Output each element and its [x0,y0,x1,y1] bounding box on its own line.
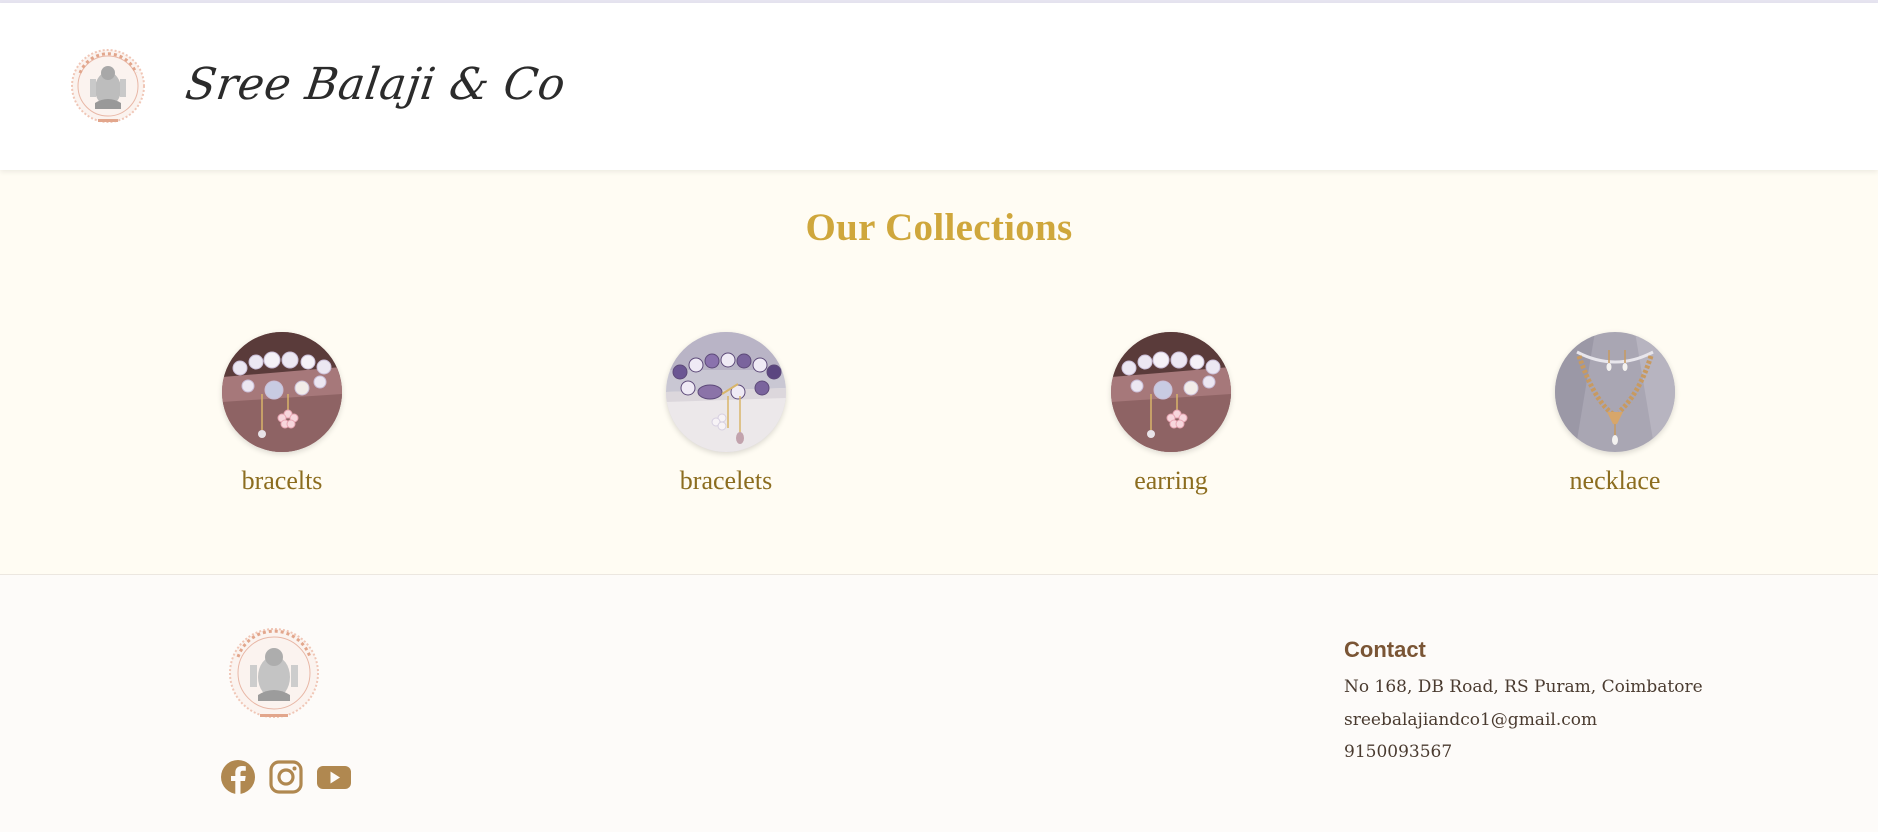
instagram-link[interactable] [268,759,304,795]
contact-email[interactable]: sreebalajiandco1@gmail.com [1344,710,1597,730]
collection-item-necklace[interactable]: necklace [1515,332,1715,512]
brand-name[interactable]: Sree Balaji & Co [182,59,568,110]
collection-label[interactable]: bracelts [182,466,382,496]
page: Sree Balaji & Co Our Collections bracelt… [0,0,1878,832]
collection-label[interactable]: bracelets [626,466,826,496]
collection-item-bracelets[interactable]: bracelets [626,332,826,512]
contact-phone[interactable]: 9150093567 [1344,742,1452,762]
necklace-photo[interactable] [1555,332,1675,452]
youtube-icon [317,766,351,789]
collections-section: Our Collections bracelts bracelets earri… [0,170,1878,574]
footer-logo [224,621,324,725]
temple-deity-seal-icon [229,628,319,718]
facebook-link[interactable] [220,759,256,795]
collection-item-bracelts[interactable]: bracelts [182,332,382,512]
youtube-link[interactable] [316,759,352,795]
collection-label[interactable]: necklace [1515,466,1715,496]
bracelet-photo[interactable] [222,332,342,452]
facebook-icon [221,760,255,795]
bracelet-photo[interactable] [1111,332,1231,452]
contact-heading: Contact [1344,637,1426,662]
amethyst-bracelet-photo[interactable] [666,332,786,452]
contact-address: No 168, DB Road, RS Puram, Coimbatore [1344,677,1703,697]
site-header: Sree Balaji & Co [0,3,1878,170]
collections-title: Our Collections [805,206,1073,249]
header-logo[interactable] [68,43,148,129]
temple-deity-seal-icon [71,49,145,123]
collection-label[interactable]: earring [1071,466,1271,496]
site-footer: Contact No 168, DB Road, RS Puram, Coimb… [0,574,1878,832]
instagram-icon [269,760,303,794]
collection-item-earring[interactable]: earring [1071,332,1271,512]
